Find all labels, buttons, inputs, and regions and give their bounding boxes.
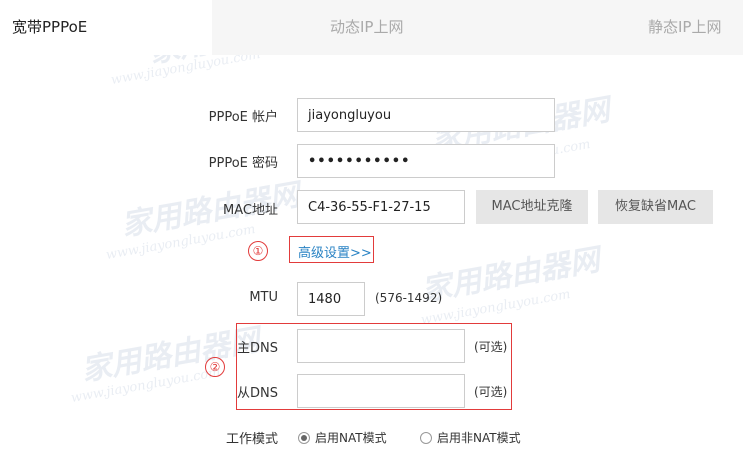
mode-non-nat-radio[interactable] <box>420 431 432 444</box>
primary-dns-label: 主DNS <box>237 341 278 356</box>
mode-nat-label: 启用NAT模式 <box>315 431 387 445</box>
annotation-marker-1: ① <box>248 241 268 261</box>
mtu-input[interactable]: 1480 <box>297 282 365 316</box>
watermark-brand: 家用路由器网 <box>418 242 603 309</box>
mac-restore-default-button[interactable]: 恢复缺省MAC <box>598 190 713 224</box>
pppoe-password-label: PPPoE 密码 <box>208 156 278 171</box>
tab-dynamic-ip[interactable]: 动态IP上网 <box>330 0 480 55</box>
watermark-brand: 家用路由器网 <box>78 322 263 389</box>
connection-type-tabs: 宽带PPPoE 动态IP上网 静态IP上网 <box>0 0 743 55</box>
work-mode-label: 工作模式 <box>225 432 278 447</box>
mode-non-nat-label: 启用非NAT模式 <box>437 431 521 445</box>
tab-pppoe[interactable]: 宽带PPPoE <box>0 0 212 55</box>
annotation-marker-2: ② <box>205 357 225 377</box>
pppoe-password-input[interactable]: ••••••••••• <box>297 144 555 178</box>
pppoe-account-label: PPPoE 帐户 <box>208 110 278 125</box>
mac-clone-button[interactable]: MAC地址克隆 <box>476 190 588 224</box>
watermark-url: www.jiayongluyou.com <box>69 364 222 407</box>
watermark-url: www.jiayongluyou.com <box>419 286 572 329</box>
mode-nat-radio[interactable] <box>298 431 310 444</box>
mac-address-label: MAC地址 <box>223 203 278 218</box>
mtu-range-hint: (576-1492) <box>375 291 443 305</box>
secondary-dns-input[interactable] <box>297 374 465 408</box>
primary-dns-optional-hint: (可选) <box>474 340 508 354</box>
secondary-dns-label: 从DNS <box>237 386 278 401</box>
tab-static-ip[interactable]: 静态IP上网 <box>648 0 743 55</box>
primary-dns-input[interactable] <box>297 329 465 363</box>
watermark-url: www.jiayongluyou.com <box>104 221 257 264</box>
mac-address-input[interactable]: C4-36-55-F1-27-15 <box>297 190 465 224</box>
pppoe-account-input[interactable]: jiayongluyou <box>297 98 555 132</box>
advanced-settings-link[interactable]: 高级设置>> <box>298 242 372 261</box>
mtu-label: MTU <box>249 290 278 305</box>
mode-nat-option[interactable]: 启用NAT模式 <box>298 429 387 446</box>
mode-non-nat-option[interactable]: 启用非NAT模式 <box>420 429 521 446</box>
secondary-dns-optional-hint: (可选) <box>474 385 508 399</box>
